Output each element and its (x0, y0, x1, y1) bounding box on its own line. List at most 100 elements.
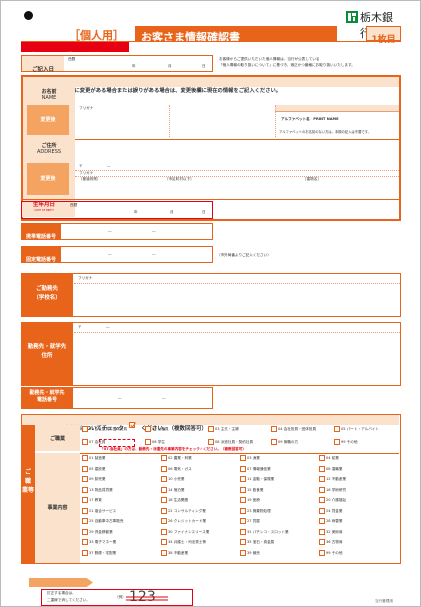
business-checkbox[interactable] (82, 549, 88, 556)
business-option[interactable]: 33 電子マネー業 (82, 539, 116, 545)
business-option[interactable]: 15 飲食業 (240, 486, 264, 493)
occupation-checkbox[interactable] (271, 426, 277, 432)
business-checkbox[interactable] (82, 486, 88, 493)
business-checkbox[interactable] (319, 518, 325, 524)
business-checkbox[interactable] (240, 465, 246, 472)
occupation-option[interactable]: 01 会社役員・団体役員 (82, 426, 127, 432)
business-checkbox[interactable] (240, 476, 246, 482)
business-option[interactable]: 29 資金移動業 (82, 528, 113, 535)
business-checkbox[interactable] (82, 539, 88, 545)
business-option[interactable]: 16 学術研究 (319, 486, 346, 493)
business-option[interactable]: 13 物品賃貸業 (82, 486, 113, 493)
occupation-option[interactable]: 09 無職の方 (271, 439, 298, 445)
business-checkbox[interactable] (82, 507, 88, 514)
occupation-option[interactable]: 99 その他 (334, 439, 358, 445)
occupation-checkbox[interactable] (208, 426, 214, 432)
business-checkbox[interactable] (319, 476, 325, 482)
business-checkbox[interactable] (240, 528, 246, 535)
business-option[interactable]: 38 不動産業 (161, 549, 188, 556)
alphabet-name-input[interactable] (275, 112, 399, 126)
business-checkbox[interactable] (319, 528, 325, 535)
business-checkbox[interactable] (240, 518, 246, 524)
business-checkbox[interactable] (240, 507, 246, 514)
occupation-checkbox[interactable] (271, 439, 277, 445)
occupation-option[interactable]: 06 学生 (145, 439, 165, 445)
business-option[interactable]: 30 ファイナンスリース業 (161, 528, 209, 535)
business-option[interactable]: 08 運輸業 (319, 465, 343, 472)
business-option[interactable]: 09 卸売業 (82, 476, 106, 482)
business-option[interactable]: 05 建設業 (82, 465, 106, 472)
occupation-checkbox[interactable] (334, 439, 340, 445)
business-checkbox[interactable] (240, 539, 246, 545)
business-option[interactable]: 26 クレジットカード業 (161, 518, 206, 524)
business-checkbox[interactable] (161, 528, 167, 535)
occupation-checkbox[interactable] (82, 439, 88, 445)
business-checkbox[interactable] (161, 455, 167, 461)
business-checkbox[interactable] (161, 518, 167, 524)
business-checkbox[interactable] (319, 465, 325, 472)
business-option[interactable]: 24 貸金業 (319, 507, 343, 514)
business-option[interactable]: 20 介護福祉 (319, 497, 346, 503)
business-checkbox[interactable] (161, 476, 167, 482)
business-option[interactable]: 07 情報通信業 (240, 465, 271, 472)
business-option[interactable]: 21 複合サービス (82, 507, 116, 514)
business-checkbox[interactable] (82, 476, 88, 482)
business-option[interactable]: 12 不動産業 (319, 476, 346, 482)
occupation-option[interactable]: 02 公務員 (145, 426, 169, 432)
business-option[interactable]: 03 漁業 (240, 455, 260, 461)
business-checkbox[interactable] (161, 465, 167, 472)
workplace-input[interactable] (74, 274, 400, 316)
business-option[interactable]: 35 宝石・貴金属 (240, 539, 274, 545)
business-checkbox[interactable] (82, 465, 88, 472)
business-checkbox[interactable] (161, 507, 167, 514)
business-checkbox[interactable] (240, 486, 246, 493)
business-checkbox[interactable] (319, 549, 325, 556)
name-change-input[interactable] (75, 105, 275, 137)
business-checkbox[interactable] (319, 497, 325, 503)
business-option[interactable]: 39 競売 (240, 549, 260, 556)
business-option[interactable]: 10 小売業 (161, 476, 185, 482)
business-checkbox[interactable] (161, 539, 167, 545)
business-option[interactable]: 36 古物商 (319, 539, 343, 545)
date-filled-input[interactable] (66, 56, 212, 71)
business-option[interactable]: 37 郵便・宅配業 (82, 549, 116, 556)
business-option[interactable]: 34 弁護士・司法書士等 (161, 539, 206, 545)
business-option[interactable]: 14 宿泊業 (161, 486, 185, 493)
occupation-option[interactable]: 05 パート・アルバイト (334, 426, 379, 432)
business-option[interactable]: 99 その他 (319, 549, 343, 556)
business-option[interactable]: 04 鉱業 (319, 455, 339, 461)
business-checkbox[interactable] (82, 528, 88, 535)
business-option[interactable]: 23 廃棄物処理 (240, 507, 271, 514)
occupation-option[interactable]: 08 派遣社員・契約社員 (208, 439, 253, 445)
business-checkbox[interactable] (82, 455, 88, 461)
birthday-input[interactable] (68, 202, 210, 217)
landline-input[interactable] (62, 247, 212, 262)
workplace-address-input[interactable] (74, 323, 400, 385)
business-option[interactable]: 31 パチンコ・スロット業 (240, 528, 289, 535)
business-checkbox[interactable] (82, 518, 88, 524)
business-checkbox[interactable] (82, 497, 88, 503)
business-option[interactable]: 27 質屋 (240, 518, 260, 524)
business-option[interactable]: 19 医療 (240, 497, 260, 503)
business-checkbox[interactable] (319, 539, 325, 545)
business-option[interactable]: 17 教育 (82, 497, 102, 503)
business-checkbox[interactable] (319, 455, 325, 461)
business-checkbox[interactable] (161, 497, 167, 503)
business-option[interactable]: 11 金融・保険業 (240, 476, 274, 482)
occupation-checkbox[interactable] (82, 426, 88, 432)
business-checkbox[interactable] (240, 497, 246, 503)
business-option[interactable]: 06 電気・ガス (161, 465, 192, 472)
occupation-checkbox[interactable] (208, 439, 214, 445)
business-option[interactable]: 25 自動車中古車販売 (82, 518, 123, 524)
occupation-checkbox[interactable] (334, 426, 340, 432)
business-checkbox[interactable] (240, 455, 246, 461)
mobile-phone-input[interactable] (62, 224, 212, 239)
business-option[interactable]: 32 美術商 (319, 528, 343, 535)
business-checkbox[interactable] (161, 549, 167, 556)
business-checkbox[interactable] (161, 486, 167, 493)
occupation-checkbox[interactable] (145, 426, 151, 432)
occupation-option[interactable]: 03 主夫・主婦 (208, 426, 239, 432)
business-option[interactable]: 28 両替業 (319, 518, 343, 524)
business-checkbox[interactable] (240, 549, 246, 556)
workplace-phone-input[interactable] (74, 388, 212, 408)
